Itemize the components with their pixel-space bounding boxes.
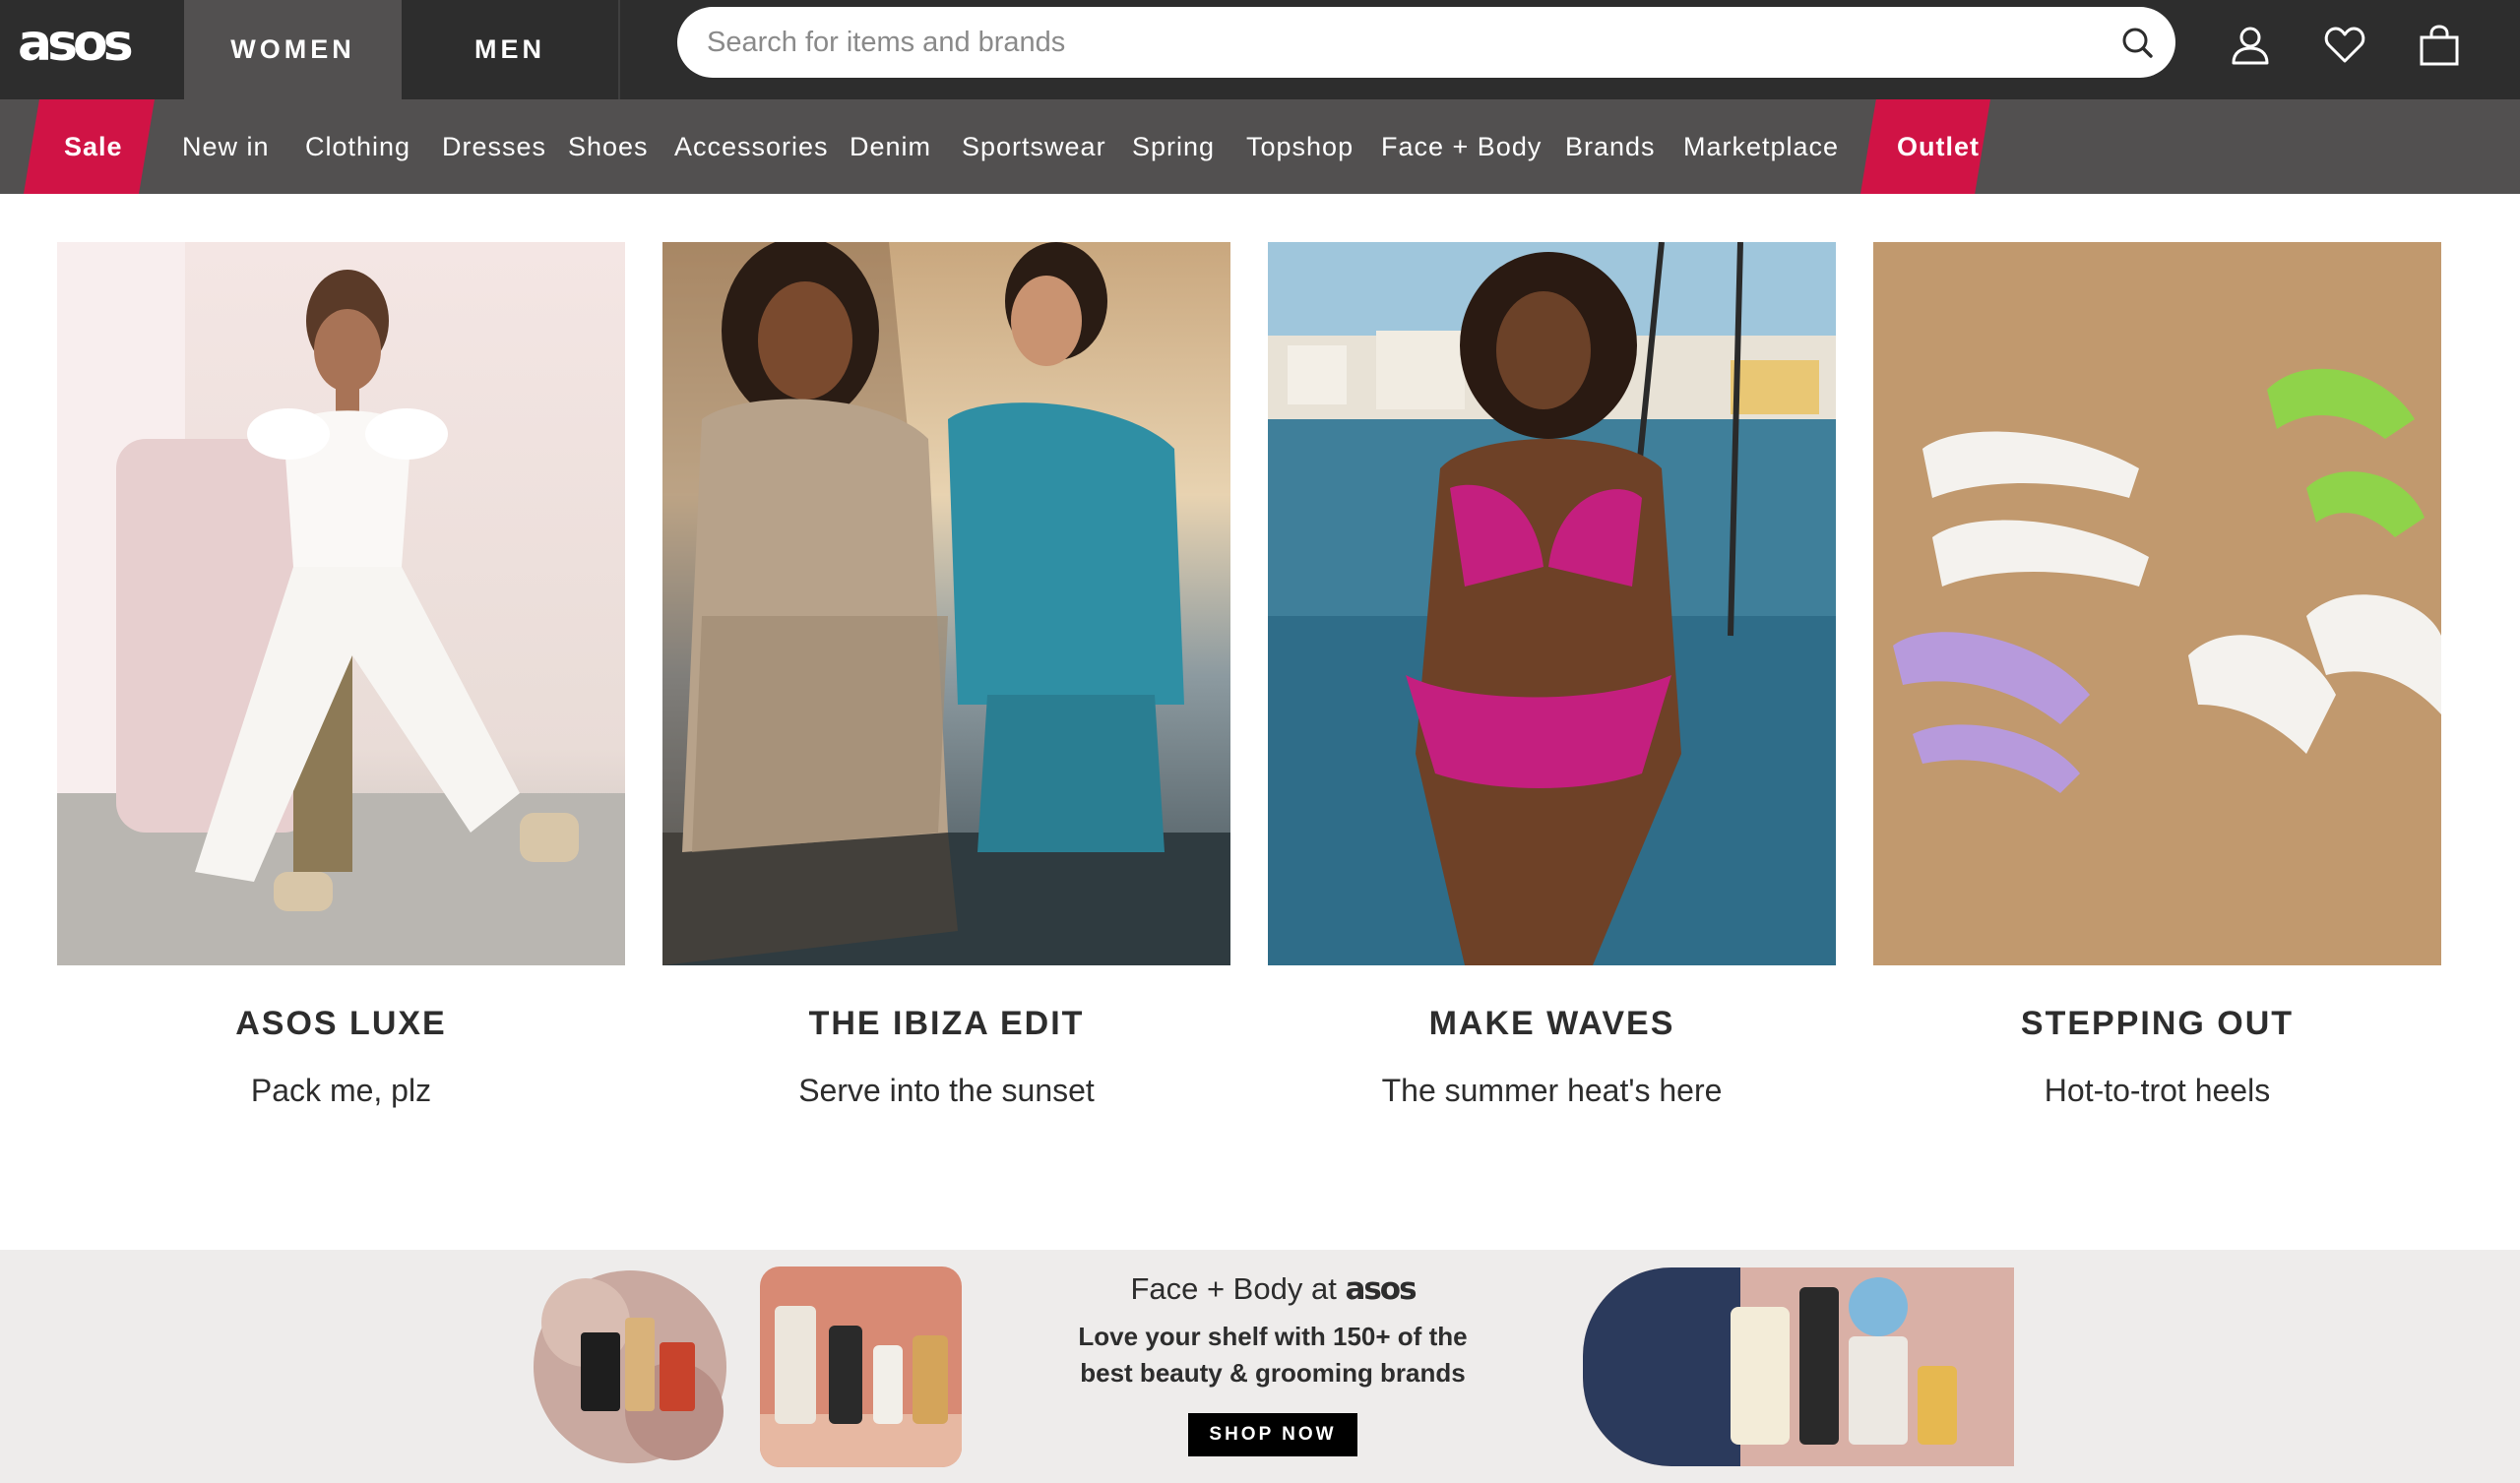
nav-item-dresses[interactable]: Dresses bbox=[442, 99, 546, 194]
nav-item-brands[interactable]: Brands bbox=[1565, 99, 1656, 194]
bag-icon bbox=[2420, 25, 2459, 66]
nav-item-new-in[interactable]: New in bbox=[182, 99, 270, 194]
search-icon bbox=[2122, 28, 2153, 58]
feature-title[interactable]: STEPPING OUT bbox=[1873, 1005, 2441, 1043]
nav-item-marketplace[interactable]: Marketplace bbox=[1683, 99, 1839, 194]
face-body-banner[interactable]: Face + Body at asos Love your shelf with… bbox=[0, 1250, 2520, 1483]
feature-image-stepping-out[interactable] bbox=[1873, 242, 2441, 965]
saved-items-button[interactable] bbox=[2317, 18, 2372, 73]
top-header: asos WOMEN MEN bbox=[0, 0, 2520, 99]
tab-divider bbox=[618, 0, 620, 99]
banner-title: Face + Body at asos bbox=[1022, 1271, 1524, 1307]
search-bar bbox=[677, 7, 2175, 78]
account-button[interactable] bbox=[2223, 18, 2278, 73]
nav-item-sportswear[interactable]: Sportswear bbox=[962, 99, 1106, 194]
nav-item-clothing[interactable]: Clothing bbox=[305, 99, 410, 194]
banner-copy: Love your shelf with 150+ of the best be… bbox=[1022, 1319, 1524, 1391]
nav-item-face-body[interactable]: Face + Body bbox=[1381, 99, 1542, 194]
saved-items-heart-icon bbox=[2324, 27, 2365, 63]
nav-item-sale[interactable]: Sale bbox=[64, 99, 123, 194]
feature-image-make-waves[interactable] bbox=[1268, 242, 1836, 965]
feature-subtitle: Hot-to-trot heels bbox=[2044, 1073, 2271, 1108]
banner-title-text: Face + Body at bbox=[1130, 1271, 1337, 1306]
banner-asos-wordmark: asos bbox=[1345, 1271, 1417, 1307]
nav-item-topshop[interactable]: Topshop bbox=[1246, 99, 1354, 194]
shop-now-button[interactable]: SHOP NOW bbox=[1188, 1413, 1357, 1456]
feature-title[interactable]: MAKE WAVES bbox=[1268, 1005, 1836, 1043]
feature-image-ibiza-edit[interactable] bbox=[662, 242, 1230, 965]
nav-item-accessories[interactable]: Accessories bbox=[674, 99, 829, 194]
search-input[interactable] bbox=[707, 7, 2065, 78]
banner-copy-line2: best beauty & grooming brands bbox=[1080, 1358, 1466, 1388]
feature-image-asos-luxe[interactable] bbox=[57, 242, 625, 965]
banner-product-image-2 bbox=[760, 1267, 962, 1467]
banner-product-image-1 bbox=[527, 1264, 733, 1470]
bag-button[interactable] bbox=[2412, 18, 2467, 73]
feature-subtitle: Serve into the sunset bbox=[798, 1073, 1095, 1108]
category-nav: Sale New in Clothing Dresses Shoes Acces… bbox=[0, 99, 2520, 194]
nav-item-spring[interactable]: Spring bbox=[1132, 99, 1215, 194]
feature-title[interactable]: ASOS LUXE bbox=[57, 1005, 625, 1043]
tab-men[interactable]: MEN bbox=[402, 0, 618, 99]
search-button[interactable] bbox=[2112, 18, 2162, 67]
logo-text: asos bbox=[18, 14, 134, 73]
feature-title[interactable]: THE IBIZA EDIT bbox=[662, 1005, 1230, 1043]
banner-copy-line1: Love your shelf with 150+ of the bbox=[1078, 1322, 1468, 1351]
banner-product-image-3 bbox=[1583, 1267, 2014, 1466]
feature-subtitle: The summer heat's here bbox=[1381, 1073, 1723, 1108]
tab-women[interactable]: WOMEN bbox=[184, 0, 402, 99]
account-icon bbox=[2232, 27, 2269, 65]
asos-logo[interactable]: asos bbox=[18, 16, 148, 71]
nav-item-outlet[interactable]: Outlet bbox=[1897, 99, 1980, 194]
nav-item-shoes[interactable]: Shoes bbox=[568, 99, 649, 194]
nav-item-denim[interactable]: Denim bbox=[850, 99, 931, 194]
feature-subtitle: Pack me, plz bbox=[250, 1073, 432, 1108]
